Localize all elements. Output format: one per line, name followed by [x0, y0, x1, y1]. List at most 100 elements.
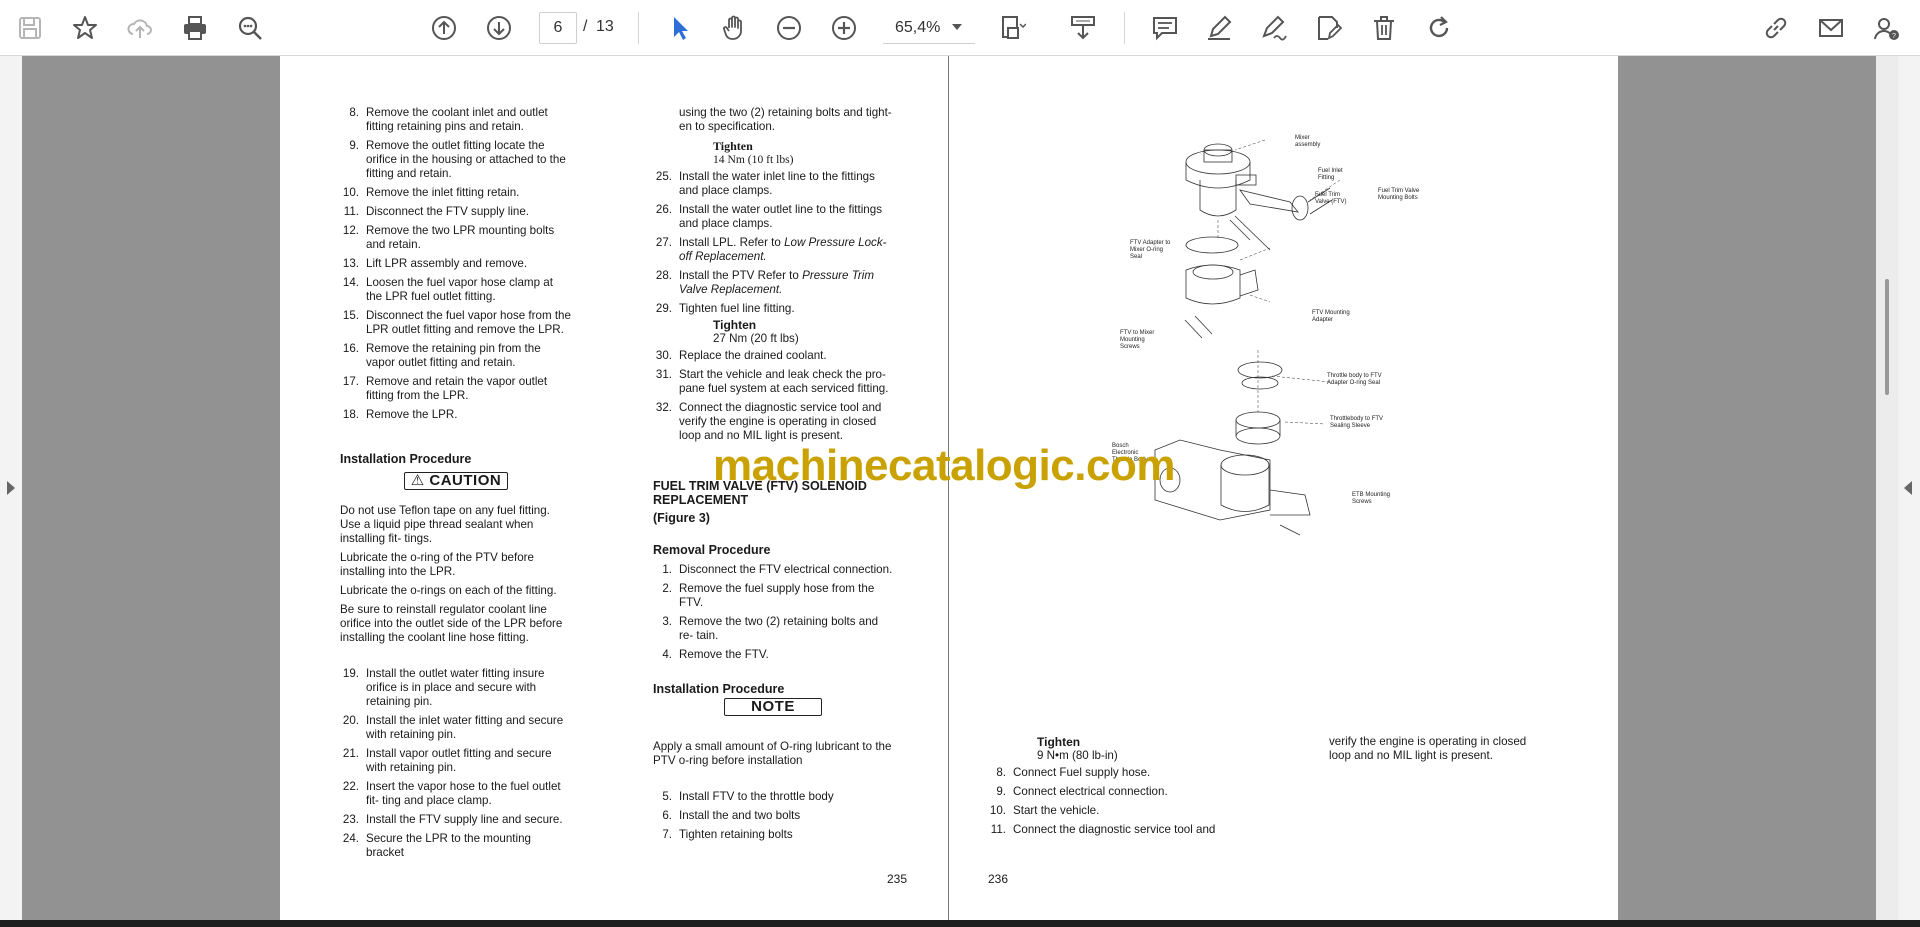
list-item: 20. Install the inlet water fitting and s… — [342, 714, 564, 741]
hand-icon — [723, 15, 742, 40]
list-item: 27. Install LPL. Refer to Low Pressure Lo… — [655, 236, 887, 263]
right-page-column-1: Tighten 9 N•m (80 lb-in) 8. Connect Fuel … — [987, 735, 1237, 842]
tighten-spec: Tighten 27 Nm (20 ft lbs) — [713, 318, 799, 345]
zoom-in-button[interactable] — [827, 11, 861, 45]
mail-icon — [1819, 19, 1843, 37]
page-separator: / — [583, 18, 588, 35]
list-item: 9. Connect electrical connection. — [996, 785, 1168, 798]
hand-tool-button[interactable] — [717, 11, 751, 45]
list-item: 3. Remove the two (2) retaining bolts and… — [662, 615, 879, 642]
list-item: 4. Remove the FTV. — [662, 648, 769, 661]
cloud-upload-button[interactable] — [123, 11, 157, 45]
rotate-icon — [1429, 16, 1449, 38]
zoom-out-button[interactable] — [772, 11, 806, 45]
print-button[interactable] — [178, 11, 212, 45]
exploded-parts-diagram: Mixer assembly Fuel Inlet Fitting Fuel T… — [1112, 120, 1419, 540]
save-icon — [19, 17, 41, 39]
account-button[interactable]: ? — [1869, 11, 1903, 45]
scrollbar-thumb[interactable] — [1885, 279, 1889, 395]
warning-triangle-icon: ⚠ — [410, 472, 425, 489]
next-page-nav[interactable] — [1898, 56, 1920, 921]
next-page-button[interactable] — [482, 11, 516, 45]
page-up-icon — [432, 16, 456, 40]
page-fit-icon — [1002, 16, 1026, 39]
diagram-label: Mixer assembly — [1295, 135, 1321, 148]
caution-text: Lubricate the o-rings on each of the fit… — [340, 584, 557, 597]
prev-page-button[interactable] — [427, 11, 461, 45]
list-item: 18. Remove the LPR. — [342, 408, 458, 421]
zoom-out-icon — [777, 16, 801, 40]
chevron-down-icon — [952, 24, 962, 30]
list-item: 26. Install the water outlet line to the … — [655, 203, 883, 230]
list-item: 2. Remove the fuel supply hose from the F… — [662, 582, 875, 609]
sign-button[interactable] — [1257, 11, 1291, 45]
removal-steps-list-a: 8. Remove the coolant inlet and outlet fi… — [340, 106, 572, 422]
note-box: NOTE — [653, 698, 893, 716]
removal-heading: Removal Procedure — [653, 543, 771, 557]
list-item: 9. Remove the outlet fitting locate the o… — [349, 139, 566, 180]
watermark: machinecatalogic.com — [713, 441, 1175, 490]
bookmark-button[interactable] — [68, 11, 102, 45]
link-icon — [1765, 17, 1787, 39]
list-item-continued: verify the engine is operating in closed… — [1329, 735, 1527, 762]
tighten-spec: Tighten 14 Nm (10 ft lbs) — [713, 139, 794, 166]
list-item: 32. Connect the diagnostic service tool a… — [655, 401, 882, 442]
page-fit-button[interactable] — [995, 11, 1029, 45]
diagram-label: Fuel Trim Valve (FTV) — [1315, 192, 1347, 205]
edit-icon — [1318, 16, 1343, 40]
delete-button[interactable] — [1367, 11, 1401, 45]
share-link-button[interactable] — [1759, 11, 1793, 45]
find-button[interactable] — [233, 11, 267, 45]
select-cursor-icon — [674, 17, 688, 40]
list-item: 5. Install FTV to the throttle body — [662, 790, 834, 803]
page-number-input[interactable]: 6 — [539, 12, 577, 44]
list-item-continued: using the two (2) retaining bolts and ti… — [679, 106, 892, 133]
caution-box: ⚠ CAUTION — [340, 472, 572, 490]
list-item: 31. Start the vehicle and leak check the … — [655, 368, 889, 395]
list-item: 6. Install the and two bolts — [662, 809, 801, 822]
list-item: 10. Remove the inlet fitting retain. — [342, 186, 520, 199]
delete-icon — [1374, 16, 1394, 40]
list-item: 1. Disconnect the FTV electrical connecti… — [662, 563, 893, 576]
chevron-left-icon — [7, 481, 15, 495]
list-item: 19. Install the outlet water fitting insu… — [342, 667, 545, 708]
page-number: 235 — [887, 872, 908, 886]
download-button[interactable] — [1066, 11, 1100, 45]
left-page-column-1: 8. Remove the coolant inlet and outlet fi… — [340, 106, 572, 865]
zoom-search-icon — [238, 16, 262, 40]
previous-page-nav[interactable] — [0, 56, 22, 921]
chevron-right-icon — [1904, 481, 1912, 495]
caution-text: Do not use Teflon tape on any fuel fitti… — [340, 504, 550, 545]
comment-button[interactable] — [1148, 11, 1182, 45]
edit-button[interactable] — [1312, 11, 1346, 45]
comment-icon — [1153, 17, 1177, 41]
caution-badge: ⚠ CAUTION — [403, 472, 509, 490]
list-item: 16. Remove the retaining pin from the vap… — [342, 342, 541, 369]
rotate-button[interactable] — [1422, 11, 1456, 45]
sign-icon — [1262, 15, 1287, 41]
list-item: 22. Insert the vapor hose to the fuel out… — [342, 780, 561, 807]
list-item: 13. Lift LPR assembly and remove. — [342, 257, 528, 270]
list-item: 11. Disconnect the FTV supply line. — [343, 205, 530, 218]
list-item: 24. Secure the LPR to the mounting bracke… — [342, 832, 531, 859]
highlight-button[interactable] — [1202, 11, 1236, 45]
email-button[interactable] — [1814, 11, 1848, 45]
zoom-in-icon — [832, 16, 856, 40]
list-item: 14. Loosen the fuel vapor hose clamp at t… — [342, 276, 553, 303]
caution-text: Lubricate the o-ring of the PTV before i… — [340, 551, 534, 578]
select-tool-button[interactable] — [663, 11, 697, 45]
vertical-scrollbar[interactable] — [1876, 56, 1898, 921]
diagram-label: FTV to Mixer Mounting Screws — [1120, 330, 1155, 350]
diagram-label: Fuel Trim Valve Mounting Bolts — [1378, 188, 1420, 201]
installation-heading: Installation Procedure — [340, 452, 472, 466]
diagram-label: ETB Mounting Screws — [1352, 492, 1391, 505]
note-badge: NOTE — [724, 698, 822, 716]
note-text: Apply a small amount of O-ring lubricant… — [653, 740, 892, 767]
list-item: 28. Install the PTV Refer to Pressure Tri… — [655, 269, 875, 296]
installation-steps-list: 19. Install the outlet water fitting insu… — [340, 667, 572, 860]
list-item: 8. Remove the coolant inlet and outlet fi… — [349, 106, 548, 133]
diagram-label: Throttle body to FTV Adapter O-ring Seal — [1327, 373, 1382, 386]
page-number: 236 — [988, 872, 1009, 886]
caution-text: Be sure to reinstall regulator coolant l… — [340, 603, 563, 644]
save-button[interactable] — [13, 11, 47, 45]
